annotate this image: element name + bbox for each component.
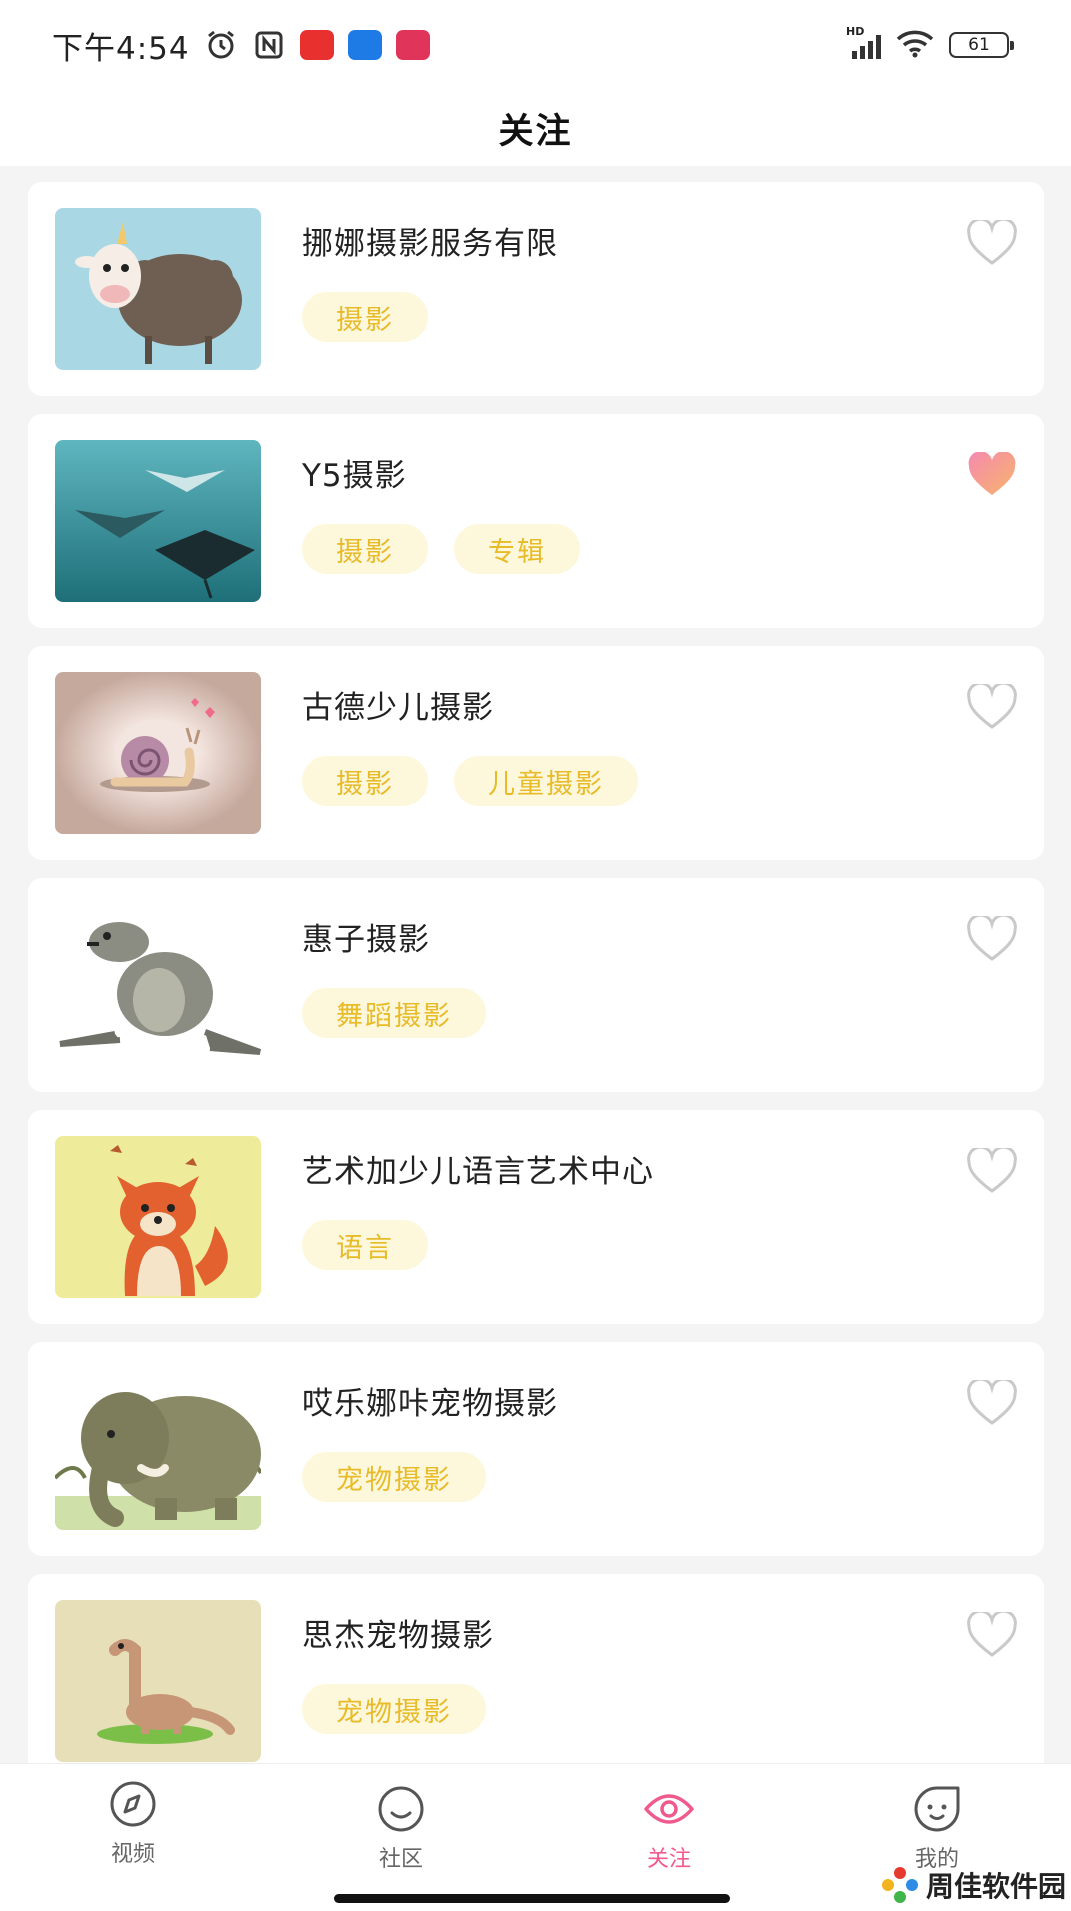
eye-icon xyxy=(644,1794,694,1824)
list-item[interactable]: 挪娜摄影服务有限 摄影 xyxy=(28,182,1044,396)
thumbnail-dinosaur xyxy=(55,1600,261,1762)
tag-list: 宠物摄影 xyxy=(302,1684,486,1734)
tab-video[interactable]: 视频 xyxy=(73,1778,193,1868)
tag[interactable]: 儿童摄影 xyxy=(454,756,638,806)
item-name: 古德少儿摄影 xyxy=(302,690,494,726)
home-indicator[interactable] xyxy=(334,1894,730,1903)
tab-mine[interactable]: 我的 xyxy=(877,1783,997,1873)
nfc-icon xyxy=(252,30,286,60)
tag-list: 摄影 专辑 xyxy=(302,524,580,574)
page-title: 关注 xyxy=(498,111,573,152)
compass-icon xyxy=(110,1781,156,1827)
page-header: 关注 xyxy=(0,90,1071,166)
list-item[interactable]: 哎乐娜咔宠物摄影 宠物摄影 xyxy=(28,1342,1044,1556)
heart-outline-icon[interactable] xyxy=(966,220,1018,266)
item-name: 哎乐娜咔宠物摄影 xyxy=(302,1386,558,1422)
heart-filled-icon[interactable] xyxy=(966,452,1018,498)
alarm-icon xyxy=(204,30,238,60)
tag[interactable]: 宠物摄影 xyxy=(302,1452,486,1502)
tag[interactable]: 摄影 xyxy=(302,292,428,342)
list-item[interactable]: 古德少儿摄影 摄影 儿童摄影 xyxy=(28,646,1044,860)
tag[interactable]: 专辑 xyxy=(454,524,580,574)
list-item[interactable]: 惠子摄影 舞蹈摄影 xyxy=(28,878,1044,1092)
tag-list: 摄影 xyxy=(302,292,428,342)
smile-icon xyxy=(378,1786,424,1832)
thumbnail-manta-rays xyxy=(55,440,261,602)
thumbnail-snail xyxy=(55,672,261,834)
thumbnail-elephant xyxy=(55,1368,261,1530)
tag-list: 语言 xyxy=(302,1220,428,1270)
wifi-icon xyxy=(895,28,935,62)
tag[interactable]: 语言 xyxy=(302,1220,428,1270)
tag-list: 摄影 儿童摄影 xyxy=(302,756,638,806)
item-name: Y5摄影 xyxy=(302,458,407,494)
tab-label: 社区 xyxy=(378,1847,423,1872)
status-time: 下午4:54 xyxy=(52,30,190,67)
tab-community[interactable]: 社区 xyxy=(341,1783,461,1873)
tag[interactable]: 宠物摄影 xyxy=(302,1684,486,1734)
status-bar: 下午4:54 HD 61 xyxy=(0,0,1071,90)
item-name: 思杰宠物摄影 xyxy=(302,1618,494,1654)
heart-outline-icon[interactable] xyxy=(966,1380,1018,1426)
app-notification-icon xyxy=(347,30,382,60)
thumbnail-seal xyxy=(55,904,261,1066)
list-item[interactable]: 思杰宠物摄影 宠物摄影 xyxy=(28,1574,1044,1788)
tag-list: 舞蹈摄影 xyxy=(302,988,486,1038)
heart-outline-icon[interactable] xyxy=(966,1612,1018,1658)
list-item[interactable]: Y5摄影 摄影 专辑 xyxy=(28,414,1044,628)
watermark: 周佳软件园 xyxy=(880,1865,1066,1905)
app-notification-icon xyxy=(299,30,334,60)
thumbnail-sheep xyxy=(55,208,261,370)
app-notification-icon xyxy=(395,30,430,60)
thumbnail-fox xyxy=(55,1136,261,1298)
tab-following[interactable]: 关注 xyxy=(609,1783,729,1873)
heart-outline-icon[interactable] xyxy=(966,916,1018,962)
face-icon xyxy=(914,1786,960,1832)
item-name: 惠子摄影 xyxy=(302,922,430,958)
heart-outline-icon[interactable] xyxy=(966,684,1018,730)
tab-label: 视频 xyxy=(110,1842,155,1867)
tag[interactable]: 舞蹈摄影 xyxy=(302,988,486,1038)
watermark-text: 周佳软件园 xyxy=(926,1870,1067,1903)
watermark-logo-icon xyxy=(882,1867,918,1903)
list-item[interactable]: 艺术加少儿语言艺术中心 语言 xyxy=(28,1110,1044,1324)
tag[interactable]: 摄影 xyxy=(302,756,428,806)
item-name: 艺术加少儿语言艺术中心 xyxy=(302,1154,654,1190)
signal-icon: HD xyxy=(846,25,881,59)
item-name: 挪娜摄影服务有限 xyxy=(302,226,558,262)
heart-outline-icon[interactable] xyxy=(966,1148,1018,1194)
tab-label: 关注 xyxy=(646,1847,691,1872)
tag-list: 宠物摄影 xyxy=(302,1452,486,1502)
battery-indicator: 61 xyxy=(949,32,1014,58)
tag[interactable]: 摄影 xyxy=(302,524,428,574)
